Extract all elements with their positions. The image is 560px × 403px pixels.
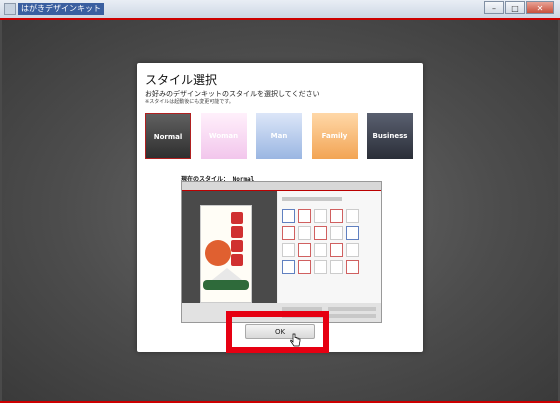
preview-toolbar: [182, 182, 381, 191]
style-normal-button[interactable]: Normal: [145, 113, 191, 159]
style-options: Normal Woman Man Family Business: [145, 113, 413, 159]
close-button[interactable]: ✕: [526, 1, 554, 14]
style-select-dialog: スタイル選択 お好みのデザインキットのスタイルを選択してください ※スタイルは起…: [137, 63, 423, 352]
preview-thumbnail: [346, 243, 359, 257]
preview-thumbnail: [298, 243, 311, 257]
preview-pine-graphic: [203, 280, 249, 290]
preview-canvas-area: [182, 191, 277, 303]
maximize-button[interactable]: □: [505, 1, 525, 14]
preview-thumbnail: [346, 209, 359, 223]
style-family-button[interactable]: Family: [311, 113, 358, 159]
preview-thumbnail-grid: [282, 209, 359, 274]
preview-bottom-button: [328, 307, 376, 311]
ok-button[interactable]: OK: [245, 324, 315, 339]
preview-thumbnail: [282, 209, 295, 223]
preview-thumbnail: [314, 209, 327, 223]
window-app-icon: [4, 3, 16, 15]
preview-thumbnail: [346, 226, 359, 240]
preview-thumbnail: [314, 226, 327, 240]
style-business-button[interactable]: Business: [367, 113, 413, 159]
preview-thumbnail: [330, 226, 343, 240]
preview-sun-graphic: [205, 240, 231, 266]
mouse-cursor-icon: [290, 333, 301, 347]
preview-thumbnail: [330, 243, 343, 257]
preview-thumbnail: [282, 260, 295, 274]
minimize-button[interactable]: –: [484, 1, 504, 14]
preview-thumbnail: [298, 260, 311, 274]
preview-thumbnail: [298, 226, 311, 240]
preview-thumbnail: [314, 260, 327, 274]
preview-thumbnail: [330, 209, 343, 223]
style-preview-image: [181, 181, 382, 323]
preview-thumbnail: [330, 260, 343, 274]
preview-thumbnail: [282, 226, 295, 240]
window-titlebar: はがきデザインキット – □ ✕: [0, 0, 560, 19]
preview-greeting-graphic: [231, 212, 247, 268]
window-controls: – □ ✕: [483, 1, 554, 14]
window-title: はがきデザインキット: [18, 3, 104, 15]
dialog-note: ※スタイルは起動後にも変更可能です。: [145, 99, 234, 105]
style-woman-button[interactable]: Woman: [200, 113, 247, 159]
preview-postcard: [200, 205, 252, 303]
preview-panel-bar: [282, 197, 342, 201]
preview-material-panel: [278, 191, 381, 303]
dialog-title: スタイル選択: [145, 73, 218, 87]
preview-thumbnail: [314, 243, 327, 257]
preview-thumbnail: [282, 243, 295, 257]
preview-thumbnail: [298, 209, 311, 223]
preview-thumbnail: [346, 260, 359, 274]
style-man-button[interactable]: Man: [256, 113, 302, 159]
